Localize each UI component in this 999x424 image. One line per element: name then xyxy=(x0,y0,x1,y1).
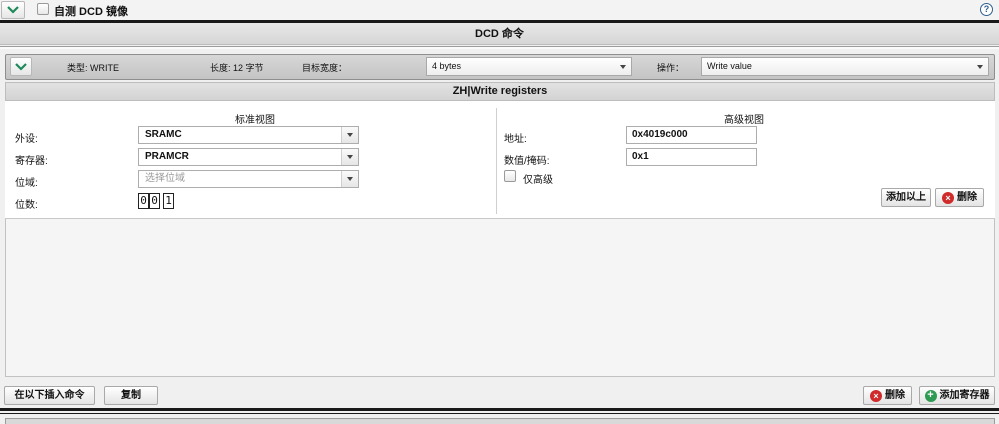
peripheral-label: 外设: xyxy=(15,134,38,145)
help-icon[interactable]: ? xyxy=(980,3,993,16)
mirror-checkbox-label: 自测 DCD 镜像 xyxy=(54,6,128,18)
address-label: 地址: xyxy=(504,134,527,145)
chevron-down-icon xyxy=(7,6,19,14)
divider xyxy=(0,413,999,414)
delete-label: 删除 xyxy=(957,192,977,203)
peripheral-value: SRAMC xyxy=(145,129,182,140)
dropdown-arrow-icon xyxy=(972,58,988,75)
register-label: 寄存器: xyxy=(15,156,48,167)
collapse-button[interactable] xyxy=(1,1,25,19)
bitfield-label: 位域: xyxy=(15,178,38,189)
operation-label: 操作： xyxy=(657,63,685,73)
register-combo[interactable]: PRAMCR xyxy=(138,148,359,166)
register-value: PRAMCR xyxy=(145,151,189,162)
divider xyxy=(0,46,999,49)
add-register-button[interactable]: + 添加寄存器 xyxy=(919,386,995,405)
copy-label: 复制 xyxy=(121,390,141,401)
delete-label: 删除 xyxy=(885,390,905,401)
delete-register-button[interactable]: × 删除 xyxy=(935,188,984,207)
chevron-down-icon xyxy=(15,62,27,71)
add-register-label: 添加寄存器 xyxy=(939,390,990,401)
divider xyxy=(0,408,999,411)
add-above-button[interactable]: 添加以上 xyxy=(881,188,931,207)
value-mask-input[interactable]: 0x1 xyxy=(626,148,757,166)
bit-digit[interactable]: 0 xyxy=(149,193,160,209)
add-above-label: 添加以上 xyxy=(886,192,926,203)
target-width-label: 目标宽度： xyxy=(302,63,348,73)
operation-select[interactable]: Write value xyxy=(701,57,989,76)
bits-label: 位数: xyxy=(15,200,38,211)
address-input[interactable]: 0x4019c000 xyxy=(626,126,757,144)
bit-digit[interactable]: 0 xyxy=(138,193,149,209)
advanced-only-label: 仅高级 xyxy=(523,175,553,186)
command-type: 类型: WRITE xyxy=(67,63,119,73)
plus-icon: + xyxy=(924,389,937,402)
standard-view-title: 标准视图 xyxy=(235,115,275,126)
section-title: ZH|Write registers xyxy=(5,82,995,101)
operation-value: Write value xyxy=(707,61,752,71)
dropdown-arrow-icon[interactable] xyxy=(341,171,358,187)
view-separator xyxy=(496,108,497,214)
command-length: 长度: 12 字节 xyxy=(210,63,264,73)
close-icon: × xyxy=(942,191,954,204)
bitfield-combo[interactable]: 选择位域 xyxy=(138,170,359,188)
bitfield-placeholder: 选择位域 xyxy=(145,173,185,184)
dropdown-arrow-icon[interactable] xyxy=(341,149,358,165)
copy-button[interactable]: 复制 xyxy=(104,386,158,405)
target-width-value: 4 bytes xyxy=(432,61,462,71)
top-toolbar xyxy=(0,0,999,20)
dropdown-arrow-icon xyxy=(615,58,631,75)
dcd-header: DCD 命令 xyxy=(0,23,999,45)
bit-digit[interactable]: 1 xyxy=(163,193,174,209)
close-icon: × xyxy=(870,389,882,402)
mirror-checkbox[interactable] xyxy=(37,3,49,15)
value-mask-label: 数值/掩码: xyxy=(504,156,550,167)
advanced-view-title: 高级视图 xyxy=(724,115,764,126)
advanced-only-checkbox[interactable] xyxy=(504,170,516,182)
insert-below-button[interactable]: 在以下插入命令 xyxy=(4,386,95,405)
command-collapse-button[interactable] xyxy=(10,57,32,76)
delete-command-button[interactable]: × 删除 xyxy=(863,386,912,405)
target-width-select[interactable]: 4 bytes xyxy=(426,57,632,76)
dropdown-arrow-icon[interactable] xyxy=(341,127,358,143)
insert-below-label: 在以下插入命令 xyxy=(14,390,85,401)
next-command-row xyxy=(5,418,995,424)
peripheral-combo[interactable]: SRAMC xyxy=(138,126,359,144)
